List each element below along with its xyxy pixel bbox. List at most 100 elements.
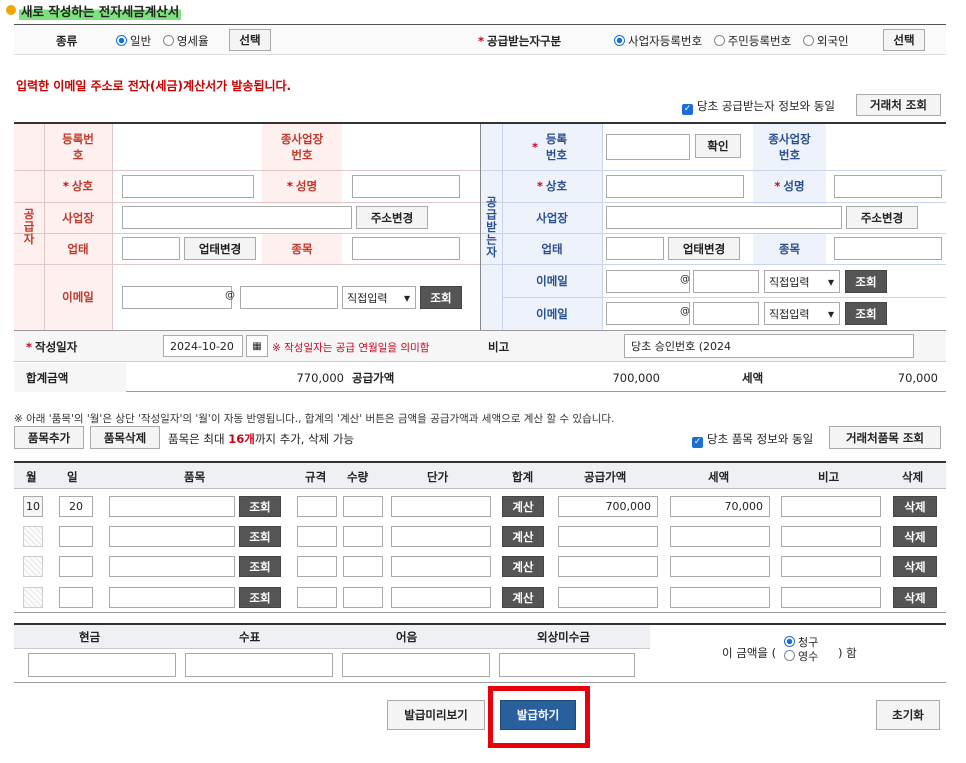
pay-cash-input[interactable] <box>28 653 176 677</box>
row4-tax-input[interactable] <box>670 587 770 608</box>
supplier-address-input[interactable] <box>122 206 352 229</box>
receiver-email1-select[interactable]: 직접입력 <box>764 270 840 293</box>
receiver-company-input[interactable] <box>606 175 744 198</box>
pay-check-input[interactable] <box>185 653 333 677</box>
row1-supply-input[interactable]: 700,000 <box>558 496 658 517</box>
receiver-email1-id-input[interactable] <box>606 270 690 293</box>
kind-select-button[interactable]: 선택 <box>229 29 271 51</box>
supplier-biztype-input[interactable] <box>122 237 180 260</box>
kind-radio-zero[interactable] <box>162 35 174 46</box>
add-item-button[interactable]: 품목추가 <box>14 426 84 449</box>
supplier-name-input[interactable] <box>352 175 460 198</box>
row4-item-input[interactable] <box>109 587 235 608</box>
calendar-icon[interactable]: ▦ <box>246 335 268 357</box>
row1-day[interactable]: 20 <box>59 496 93 517</box>
receiver-select-button[interactable]: 선택 <box>883 29 925 51</box>
row1-tax-input[interactable]: 70,000 <box>670 496 770 517</box>
radio-claim[interactable] <box>784 636 795 647</box>
row2-item-input[interactable] <box>109 526 235 547</box>
col-day: 일 <box>67 470 78 484</box>
receiver-email2-select[interactable]: 직접입력 <box>764 302 840 325</box>
supplier-email-lookup-button[interactable]: 조회 <box>420 286 462 309</box>
row4-price-input[interactable] <box>391 587 491 608</box>
supplier-email-id-input[interactable] <box>122 286 232 309</box>
supplier-company-input[interactable] <box>122 175 254 198</box>
row3-item-lookup-button[interactable]: 조회 <box>239 556 281 577</box>
row1-remark-input[interactable] <box>781 496 881 517</box>
row2-delete-button[interactable]: 삭제 <box>893 526 937 547</box>
row4-remark-input[interactable] <box>781 587 881 608</box>
row2-supply-input[interactable] <box>558 526 658 547</box>
supplier-email-domain-select[interactable]: 직접입력 <box>342 286 416 309</box>
row3-day[interactable] <box>59 556 93 577</box>
receiver-confirm-button[interactable]: 확인 <box>695 134 741 158</box>
reset-button[interactable]: 초기화 <box>876 700 940 730</box>
row4-calc-button[interactable]: 계산 <box>502 587 544 608</box>
row1-delete-button[interactable]: 삭제 <box>893 496 937 517</box>
row4-item-lookup-button[interactable]: 조회 <box>239 587 281 608</box>
amount-option-receipt[interactable]: 영수 <box>782 650 818 664</box>
receiver-radio-foreigner[interactable] <box>802 35 814 46</box>
receiver-email2-domain-input[interactable] <box>693 302 759 325</box>
row3-supply-input[interactable] <box>558 556 658 577</box>
receiver-radio-biz[interactable] <box>614 35 625 46</box>
radio-receipt[interactable] <box>784 650 795 661</box>
row2-tax-input[interactable] <box>670 526 770 547</box>
row3-tax-input[interactable] <box>670 556 770 577</box>
row1-qty-input[interactable] <box>343 496 383 517</box>
write-date-input[interactable]: 2024-10-20 <box>163 335 243 357</box>
row1-item-input[interactable] <box>109 496 235 517</box>
row1-item-lookup-button[interactable]: 조회 <box>239 496 281 517</box>
row2-price-input[interactable] <box>391 526 491 547</box>
delete-item-button[interactable]: 품목삭제 <box>90 426 160 449</box>
row3-remark-input[interactable] <box>781 556 881 577</box>
preview-button[interactable]: 발급미리보기 <box>387 700 485 730</box>
row3-item-input[interactable] <box>109 556 235 577</box>
row4-day[interactable] <box>59 587 93 608</box>
supplier-change-address-button[interactable]: 주소변경 <box>356 206 428 229</box>
kind-radio-general[interactable] <box>116 35 127 46</box>
pay-credit-input[interactable] <box>499 653 635 677</box>
row2-calc-button[interactable]: 계산 <box>502 526 544 547</box>
row1-spec-input[interactable] <box>297 496 337 517</box>
same-items-checkbox[interactable]: ✓ 당초 품목 정보와 동일 <box>692 431 813 448</box>
receiver-change-biz-button[interactable]: 업태변경 <box>668 237 740 260</box>
row3-spec-input[interactable] <box>297 556 337 577</box>
supplier-change-biz-button[interactable]: 업태변경 <box>184 237 256 260</box>
row3-delete-button[interactable]: 삭제 <box>893 556 937 577</box>
same-receiver-checkbox[interactable]: ✓ 당초 공급받는자 정보와 동일 <box>682 98 835 115</box>
receiver-email1-domain-input[interactable] <box>693 270 759 293</box>
receiver-name-input[interactable] <box>834 175 942 198</box>
row2-spec-input[interactable] <box>297 526 337 547</box>
row1-price-input[interactable] <box>391 496 491 517</box>
row2-day[interactable] <box>59 526 93 547</box>
issue-button[interactable]: 발급하기 <box>500 700 576 730</box>
row4-qty-input[interactable] <box>343 587 383 608</box>
remark-input[interactable]: 당초 승인번호 (2024 <box>624 334 914 358</box>
receiver-email2-id-input[interactable] <box>606 302 690 325</box>
row2-item-lookup-button[interactable]: 조회 <box>239 526 281 547</box>
receiver-radio-resident[interactable] <box>713 35 725 46</box>
row4-supply-input[interactable] <box>558 587 658 608</box>
supplier-email-domain-input[interactable] <box>240 286 338 309</box>
row3-calc-button[interactable]: 계산 <box>502 556 544 577</box>
row1-calc-button[interactable]: 계산 <box>502 496 544 517</box>
amount-option-claim[interactable]: 청구 <box>782 636 818 650</box>
row4-spec-input[interactable] <box>297 587 337 608</box>
receiver-address-input[interactable] <box>606 206 842 229</box>
supplier-item-input[interactable] <box>352 237 460 260</box>
receiver-item-input[interactable] <box>834 237 942 260</box>
row3-qty-input[interactable] <box>343 556 383 577</box>
client-lookup-button[interactable]: 거래처 조회 <box>856 94 941 116</box>
receiver-change-address-button[interactable]: 주소변경 <box>846 206 918 229</box>
row2-remark-input[interactable] <box>781 526 881 547</box>
row4-delete-button[interactable]: 삭제 <box>893 587 937 608</box>
receiver-reg-input[interactable] <box>606 134 690 160</box>
receiver-email2-lookup-button[interactable]: 조회 <box>845 302 887 325</box>
client-items-lookup-button[interactable]: 거래처품목 조회 <box>829 426 941 449</box>
pay-bill-input[interactable] <box>342 653 490 677</box>
row2-qty-input[interactable] <box>343 526 383 547</box>
row3-price-input[interactable] <box>391 556 491 577</box>
receiver-biztype-input[interactable] <box>606 237 664 260</box>
receiver-email1-lookup-button[interactable]: 조회 <box>845 270 887 293</box>
